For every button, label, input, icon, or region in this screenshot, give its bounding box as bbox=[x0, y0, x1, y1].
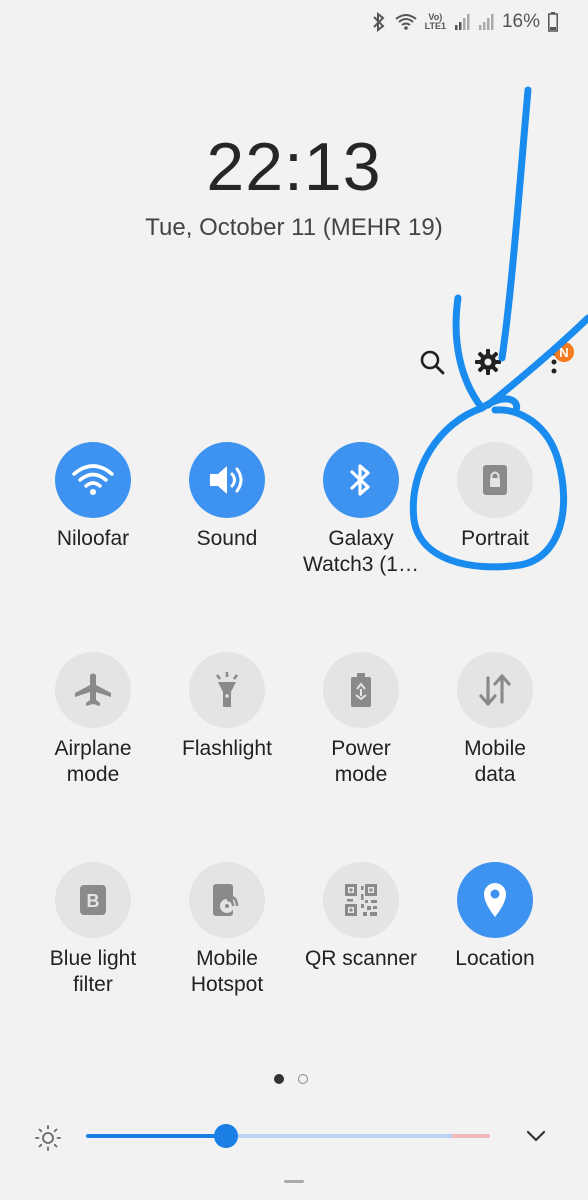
tile-airplane[interactable]: Airplane mode bbox=[28, 652, 158, 788]
page-dot-active[interactable] bbox=[274, 1074, 284, 1084]
tile-bluetooth[interactable]: Galaxy Watch3 (1… bbox=[296, 442, 426, 578]
tile-label: Portrait bbox=[461, 527, 529, 550]
brightness-track[interactable] bbox=[226, 1134, 452, 1138]
tile-circle[interactable] bbox=[189, 652, 265, 728]
tile-circle[interactable] bbox=[55, 442, 131, 518]
bluetooth-icon bbox=[372, 12, 385, 32]
signal-icon bbox=[478, 14, 494, 30]
top-actions: N bbox=[414, 342, 574, 380]
power-mode-icon bbox=[351, 673, 371, 707]
more-options-button[interactable]: N bbox=[536, 342, 574, 380]
tile-location[interactable]: Location bbox=[430, 862, 560, 972]
airplane-icon bbox=[75, 673, 111, 706]
tile-wifi[interactable]: Niloofar bbox=[28, 442, 158, 552]
page-dot[interactable] bbox=[298, 1074, 308, 1084]
tile-circle[interactable] bbox=[189, 442, 265, 518]
tile-circle[interactable]: B bbox=[55, 862, 131, 938]
panel-handle[interactable] bbox=[284, 1180, 304, 1183]
search-icon bbox=[420, 350, 445, 375]
mobile-data-icon bbox=[479, 674, 511, 706]
tile-label: Power mode bbox=[331, 737, 391, 786]
clock-time: 22:13 bbox=[206, 129, 382, 205]
tile-label: Flashlight bbox=[182, 737, 272, 760]
settings-button[interactable] bbox=[470, 344, 506, 380]
signal-icon bbox=[454, 14, 470, 30]
brightness-slider-thumb[interactable] bbox=[214, 1124, 238, 1148]
clock-date: Tue, October 11 (MEHR 19) bbox=[145, 214, 443, 241]
location-icon bbox=[484, 883, 506, 917]
wifi-icon bbox=[395, 14, 417, 30]
tile-label: Mobile data bbox=[464, 737, 526, 786]
hotspot-icon bbox=[213, 884, 239, 916]
volte-line-2: LTE1 bbox=[424, 21, 446, 31]
blue-light-icon: B bbox=[80, 885, 106, 915]
tile-label: Location bbox=[455, 947, 535, 970]
rotation-lock-icon bbox=[483, 465, 507, 495]
bluetooth-icon bbox=[350, 464, 370, 496]
tile-label: QR scanner bbox=[304, 947, 418, 970]
tile-label: Blue light filter bbox=[49, 947, 137, 996]
svg-text:B: B bbox=[87, 891, 100, 911]
tile-circle[interactable] bbox=[323, 862, 399, 938]
sound-icon bbox=[210, 466, 243, 494]
tile-circle[interactable] bbox=[457, 442, 533, 518]
tile-sound[interactable]: Sound bbox=[162, 442, 292, 552]
flashlight-icon bbox=[216, 672, 238, 707]
gear-icon bbox=[475, 349, 501, 375]
brightness-icon bbox=[35, 1125, 61, 1151]
tile-flashlight[interactable]: Flashlight bbox=[162, 652, 292, 762]
battery-percent: 16% bbox=[501, 11, 540, 32]
status-bar: Vo) LTE1 16% bbox=[371, 8, 558, 36]
search-button[interactable] bbox=[414, 344, 450, 380]
tile-circle[interactable] bbox=[189, 862, 265, 938]
tile-circle[interactable] bbox=[323, 442, 399, 518]
tile-circle[interactable] bbox=[457, 652, 533, 728]
tile-circle[interactable] bbox=[55, 652, 131, 728]
volte-icon: Vo) LTE1 bbox=[425, 13, 446, 31]
tile-label: Galaxy Watch3 (1… bbox=[303, 527, 419, 576]
tile-label: Airplane mode bbox=[54, 737, 132, 786]
tile-label: Niloofar bbox=[56, 527, 130, 550]
page-indicator[interactable] bbox=[274, 1074, 308, 1084]
brightness-bar bbox=[0, 1118, 588, 1154]
tile-power-mode[interactable]: Power mode bbox=[296, 652, 426, 788]
tile-mobile-hotspot[interactable]: Mobile Hotspot bbox=[162, 862, 292, 998]
qr-icon bbox=[345, 884, 377, 916]
tile-portrait[interactable]: Portrait bbox=[430, 442, 560, 552]
battery-icon bbox=[548, 12, 558, 32]
tile-circle[interactable] bbox=[457, 862, 533, 938]
tile-mobile-data[interactable]: Mobile data bbox=[430, 652, 560, 788]
tile-label: Sound bbox=[196, 527, 258, 550]
brightness-track-end[interactable] bbox=[452, 1134, 490, 1138]
tile-label: Mobile Hotspot bbox=[190, 947, 264, 996]
notification-badge: N bbox=[554, 342, 574, 362]
brightness-track-filled[interactable] bbox=[86, 1134, 226, 1138]
tile-blue-light-filter[interactable]: B Blue light filter bbox=[28, 862, 158, 998]
wifi-icon bbox=[72, 464, 114, 495]
tile-circle[interactable] bbox=[323, 652, 399, 728]
tile-qr-scanner[interactable]: QR scanner bbox=[296, 862, 426, 972]
chevron-down-icon[interactable] bbox=[524, 1126, 548, 1146]
